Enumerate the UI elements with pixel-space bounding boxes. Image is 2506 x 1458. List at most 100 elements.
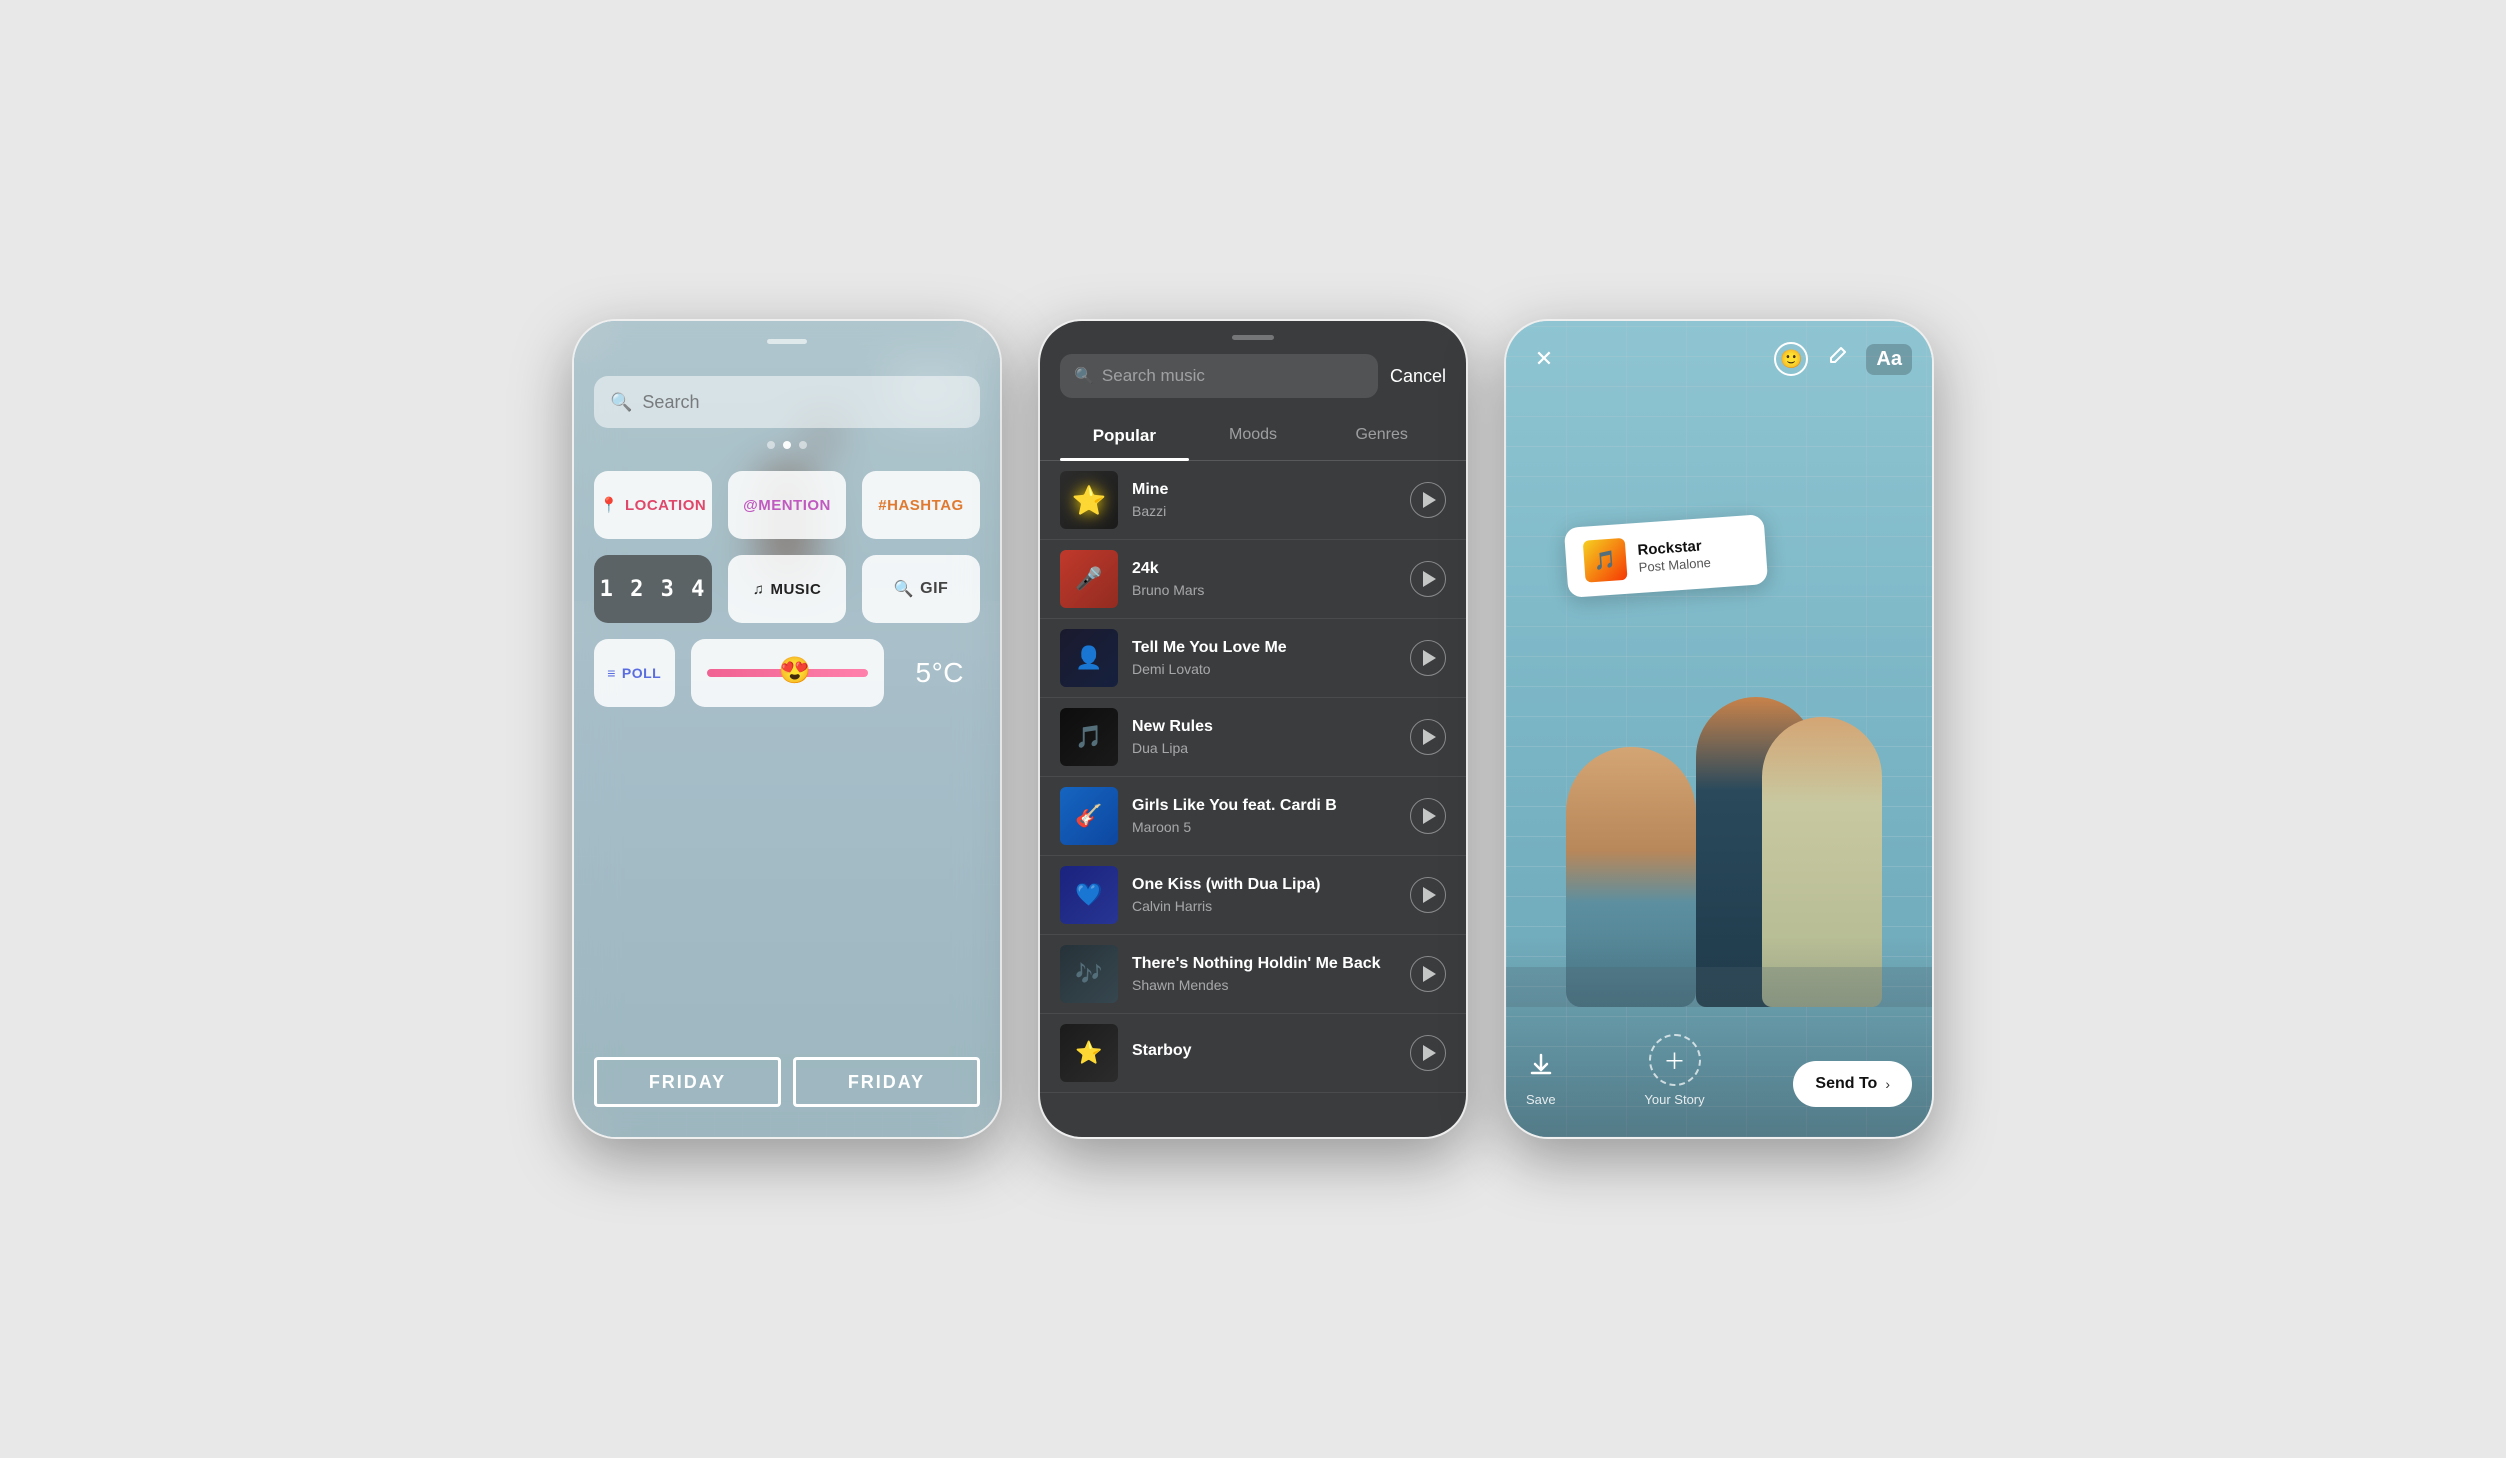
close-button[interactable]: ✕ [1526,341,1562,377]
play-button-newrules[interactable] [1410,719,1446,755]
search-placeholder: Search music [1102,366,1205,386]
tab-moods-label: Moods [1229,426,1277,443]
poll-icon: ≡ [607,665,616,681]
gif-sticker[interactable]: 🔍 GIF [862,555,980,623]
sticker-art-icon: 🎵 [1593,549,1617,572]
text-button[interactable]: Aa [1866,344,1912,375]
play-button-starboy[interactable] [1410,1035,1446,1071]
your-story-section[interactable]: ＋ Your Story [1644,1034,1704,1107]
song-info-girls: Girls Like You feat. Cardi B Maroon 5 [1132,797,1396,835]
play-icon [1423,887,1436,903]
cancel-button[interactable]: Cancel [1390,366,1446,387]
sticker-row-3: ≡ POLL 😍 5°C [594,639,980,707]
pencil-icon [1826,345,1848,367]
play-button-mine[interactable] [1410,482,1446,518]
countdown-label: 1 2 3 4 [600,577,707,602]
song-item-24k[interactable]: 24k Bruno Mars [1040,540,1466,619]
song-item-starboy[interactable]: Starboy [1040,1014,1466,1093]
mention-label: @MENTION [743,497,831,514]
story-top-bar: ✕ 🙂 Aa [1506,321,1932,377]
album-art-girls [1060,787,1118,845]
music-search-screen: 🔍 Search music Cancel Popular Moods Genr… [1040,321,1466,1137]
song-item-holdin[interactable]: There's Nothing Holdin' Me Back Shawn Me… [1040,935,1466,1014]
song-item-newrules[interactable]: New Rules Dua Lipa [1040,698,1466,777]
temperature-sticker[interactable]: 5°C [900,639,981,707]
song-title-girls: Girls Like You feat. Cardi B [1132,797,1396,815]
song-item-girls[interactable]: Girls Like You feat. Cardi B Maroon 5 [1040,777,1466,856]
page-dot-3 [799,441,807,449]
poll-label: POLL [622,665,661,681]
drag-handle[interactable] [767,339,807,344]
phones-container: 🔍 Search 📍 LOCATION @MENTION #HASHTAG [0,0,2506,1458]
phone-sticker-picker: 🔍 Search 📍 LOCATION @MENTION #HASHTAG [572,319,1002,1139]
tab-moods[interactable]: Moods [1189,412,1318,460]
face-effects-button[interactable]: 🙂 [1774,342,1808,376]
sticker-grid: 📍 LOCATION @MENTION #HASHTAG 1 2 3 4 ♫ M… [594,471,980,707]
hashtag-sticker[interactable]: #HASHTAG [862,471,980,539]
search-bar[interactable]: 🔍 Search [594,376,980,428]
song-info-starboy: Starboy [1132,1042,1396,1064]
sticker-album-art: 🎵 [1583,538,1628,583]
play-button-tellme[interactable] [1410,640,1446,676]
your-story-label: Your Story [1644,1092,1704,1107]
music-list: Mine Bazzi 24k Bruno Mars [1040,461,1466,1137]
sticker-info: Rockstar Post Malone [1637,534,1749,575]
song-artist-newrules: Dua Lipa [1132,740,1396,756]
download-icon [1527,1051,1555,1079]
song-item-onekiss[interactable]: One Kiss (with Dua Lipa) Calvin Harris [1040,856,1466,935]
tab-popular-label: Popular [1093,426,1156,445]
countdown-sticker[interactable]: 1 2 3 4 [594,555,712,623]
song-artist-tellme: Demi Lovato [1132,661,1396,677]
tab-genres[interactable]: Genres [1317,412,1446,460]
temperature-label: 5°C [916,657,965,689]
emoji-thumb: 😍 [779,655,812,686]
friday-label-1: FRIDAY [649,1072,726,1093]
gif-search-icon: 🔍 [894,579,914,599]
save-icon [1527,1051,1555,1086]
page-dot-2 [783,441,791,449]
draw-button[interactable] [1826,345,1848,373]
mention-sticker[interactable]: @MENTION [728,471,846,539]
add-story-icon: ＋ [1664,1044,1686,1076]
music-sticker[interactable]: 🎵 Rockstar Post Malone [1564,514,1768,598]
friday-row: FRIDAY FRIDAY [594,1057,980,1107]
song-title-holdin: There's Nothing Holdin' Me Back [1132,955,1396,973]
song-info-24k: 24k Bruno Mars [1132,560,1396,598]
story-top-right: 🙂 Aa [1774,342,1912,376]
phone-music-search: 🔍 Search music Cancel Popular Moods Genr… [1038,319,1468,1139]
song-info-tellme: Tell Me You Love Me Demi Lovato [1132,639,1396,677]
play-icon [1423,729,1436,745]
song-item-mine[interactable]: Mine Bazzi [1040,461,1466,540]
song-info-onekiss: One Kiss (with Dua Lipa) Calvin Harris [1132,876,1396,914]
search-icon: 🔍 [610,392,632,413]
friday-badge-2: FRIDAY [793,1057,980,1107]
album-art-holdin [1060,945,1118,1003]
send-to-label: Send To [1815,1075,1877,1093]
gif-label: GIF [920,580,948,598]
song-info-newrules: New Rules Dua Lipa [1132,718,1396,756]
tab-popular[interactable]: Popular [1060,412,1189,460]
play-button-onekiss[interactable] [1410,877,1446,913]
song-artist-24k: Bruno Mars [1132,582,1396,598]
play-button-holdin[interactable] [1410,956,1446,992]
album-art-starboy [1060,1024,1118,1082]
emoji-track: 😍 [707,669,868,677]
search-placeholder: Search [642,392,699,413]
music-search-input[interactable]: 🔍 Search music [1060,354,1378,398]
friday-badge-1: FRIDAY [594,1057,781,1107]
music-sticker[interactable]: ♫ MUSIC [728,555,846,623]
play-button-24k[interactable] [1410,561,1446,597]
sticker-row-1: 📍 LOCATION @MENTION #HASHTAG [594,471,980,539]
location-sticker[interactable]: 📍 LOCATION [594,471,712,539]
song-title-mine: Mine [1132,481,1396,499]
song-title-starboy: Starboy [1132,1042,1396,1060]
music-label: MUSIC [770,581,821,598]
save-section[interactable]: Save [1526,1051,1556,1107]
your-story-ring: ＋ [1649,1034,1701,1086]
emoji-slider-sticker[interactable]: 😍 [691,639,884,707]
song-item-tellme[interactable]: Tell Me You Love Me Demi Lovato [1040,619,1466,698]
song-artist-girls: Maroon 5 [1132,819,1396,835]
poll-sticker[interactable]: ≡ POLL [594,639,675,707]
play-button-girls[interactable] [1410,798,1446,834]
send-to-button[interactable]: Send To › [1793,1061,1912,1107]
